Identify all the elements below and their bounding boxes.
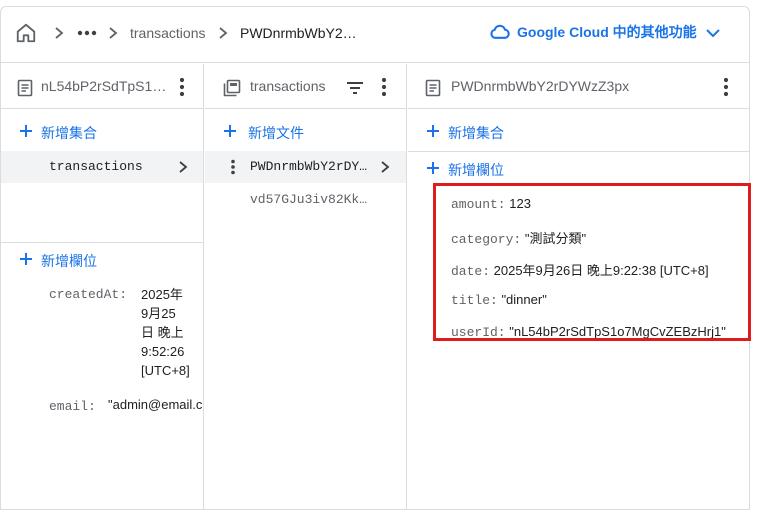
- field-value-line: [UTC+8]: [141, 363, 190, 378]
- more-vertical-icon[interactable]: [230, 159, 236, 175]
- add-collection-button[interactable]: 新增集合: [408, 114, 749, 150]
- field-category[interactable]: category: "測試分類": [451, 228, 586, 247]
- more-horizontal-icon[interactable]: [75, 24, 99, 42]
- column-title: transactions: [250, 78, 326, 94]
- more-vertical-icon[interactable]: [179, 77, 185, 97]
- field-key: email:: [49, 399, 96, 414]
- field-createdAt-value: 2025年 9月25 日 晚上 9:52:26 [UTC+8]: [141, 285, 190, 380]
- add-document-label: 新增文件: [248, 125, 304, 141]
- field-value: 123: [509, 196, 531, 211]
- document-icon: [425, 79, 441, 97]
- field-key: date:: [451, 264, 491, 279]
- field-key: createdAt:: [49, 287, 128, 302]
- field-value-line: 9月25: [141, 306, 176, 321]
- field-email-value: "admin@email.c: [108, 397, 204, 412]
- firestore-panel: transactions PWDnrmbWbY2… Google Cloud 中…: [0, 6, 750, 510]
- breadcrumb-collection[interactable]: transactions: [130, 25, 205, 41]
- field-key: category:: [451, 232, 522, 247]
- document-column-parent: nL54bP2rSdTpS1o… 新增集合 transactions 新增欄位: [1, 64, 204, 509]
- field-date[interactable]: date: 2025年9月26日 晚上9:22:38 [UTC+8]: [451, 260, 709, 279]
- column-header: nL54bP2rSdTpS1o…: [1, 64, 203, 109]
- home-icon[interactable]: [15, 22, 37, 44]
- column-header: PWDnrmbWbY2rDYWzZ3px: [408, 64, 749, 109]
- add-document-button[interactable]: 新增文件: [205, 114, 406, 150]
- field-key: amount:: [451, 197, 506, 212]
- filter-icon[interactable]: [346, 81, 364, 95]
- field-value-line: 日 晚上: [141, 325, 184, 340]
- field-key: userId:: [451, 325, 506, 340]
- add-field-label: 新增欄位: [41, 253, 97, 269]
- field-value: "測試分類": [524, 231, 587, 246]
- field-title[interactable]: title: "dinner": [451, 292, 547, 308]
- add-field-label: 新增欄位: [448, 162, 504, 178]
- more-vertical-icon[interactable]: [723, 77, 729, 97]
- collection-item[interactable]: transactions: [1, 151, 203, 183]
- chevron-right-icon: [381, 161, 390, 173]
- google-cloud-link[interactable]: Google Cloud 中的其他功能: [489, 22, 697, 42]
- chevron-right-icon: [55, 27, 64, 39]
- collection-column: transactions 新增文件 PWDnrmbWbY2rDY… vd57GJ…: [205, 64, 407, 509]
- add-field-button[interactable]: 新增欄位: [1, 242, 203, 278]
- chevron-right-icon: [219, 27, 228, 39]
- field-value: "admin@email.c: [108, 397, 203, 412]
- field-value-line: 2025年: [141, 287, 183, 302]
- field-value: 2025年9月26日 晚上9:22:38 [UTC+8]: [493, 263, 709, 278]
- document-item-selected[interactable]: PWDnrmbWbY2rDY…: [205, 151, 406, 183]
- column-header: transactions: [205, 64, 406, 109]
- cloud-icon: [490, 24, 510, 39]
- add-field-button[interactable]: 新增欄位: [408, 151, 749, 187]
- more-vertical-icon[interactable]: [381, 77, 387, 97]
- document-column: PWDnrmbWbY2rDYWzZ3px 新增集合 新增欄位 amount: 1…: [408, 64, 749, 509]
- plus-icon: [427, 125, 439, 137]
- column-title: nL54bP2rSdTpS1o…: [41, 78, 167, 94]
- chevron-right-icon: [109, 27, 118, 39]
- breadcrumb-document[interactable]: PWDnrmbWbY2…: [240, 25, 357, 41]
- google-cloud-label: Google Cloud 中的其他功能: [517, 24, 697, 40]
- document-item-label: vd57GJu3iv82Kk…: [250, 192, 368, 207]
- add-collection-label: 新增集合: [41, 125, 97, 141]
- chevron-right-icon: [179, 161, 188, 173]
- plus-icon: [224, 125, 236, 137]
- plus-icon: [427, 162, 439, 174]
- field-createdAt: createdAt:: [49, 286, 127, 302]
- field-value-line: 9:52:26: [141, 344, 185, 359]
- plus-icon: [20, 125, 32, 137]
- field-email: email:: [49, 398, 96, 414]
- breadcrumb-bar: transactions PWDnrmbWbY2… Google Cloud 中…: [1, 7, 749, 63]
- add-collection-label: 新增集合: [448, 125, 504, 141]
- field-amount[interactable]: amount: 123: [451, 196, 531, 212]
- document-icon: [17, 79, 33, 97]
- add-collection-button[interactable]: 新增集合: [1, 114, 203, 150]
- collection-item-label: transactions: [49, 159, 143, 174]
- field-value: "dinner": [501, 292, 547, 307]
- plus-icon: [20, 253, 32, 265]
- document-item-label: PWDnrmbWbY2rDY…: [250, 159, 368, 174]
- field-key: title:: [451, 293, 498, 308]
- field-value: "nL54bP2rSdTpS1o7MgCvZEBzHrj1": [509, 324, 726, 339]
- column-title: PWDnrmbWbY2rDYWzZ3px: [451, 78, 630, 94]
- chevron-down-icon[interactable]: [705, 27, 721, 39]
- document-item[interactable]: vd57GJu3iv82Kk…: [205, 184, 406, 216]
- field-userId[interactable]: userId: "nL54bP2rSdTpS1o7MgCvZEBzHrj1": [451, 324, 726, 340]
- collection-icon: [223, 79, 241, 97]
